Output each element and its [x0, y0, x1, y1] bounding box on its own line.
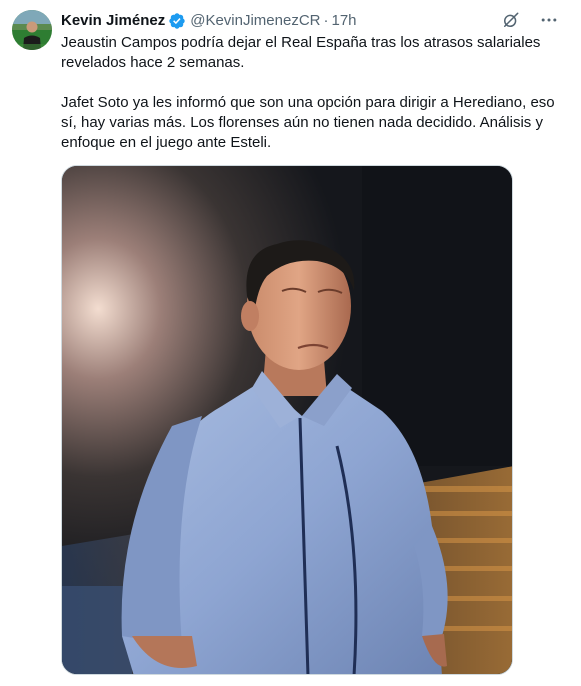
author-name[interactable]: Kevin Jiménez [61, 11, 165, 31]
tweet[interactable]: Kevin Jiménez @KevinJimenezCR · 17h Jeau… [0, 0, 581, 686]
author-handle[interactable]: @KevinJimenezCR [190, 11, 320, 31]
tweet-timestamp[interactable]: 17h [332, 11, 357, 31]
tweet-paragraph-1: Jeaustin Campos podría dejar el Real Esp… [61, 34, 541, 71]
avatar-image [12, 10, 52, 50]
more-options-icon [541, 18, 557, 22]
grok-icon [504, 12, 519, 28]
header-separator: · [323, 12, 329, 29]
tweet-text: Jeaustin Campos podría dejar el Real Esp… [61, 33, 566, 153]
photo-man-in-stadium [62, 166, 512, 674]
tweet-paragraph-2: Jafet Soto ya les informó que son una op… [61, 94, 555, 151]
tweet-actions [499, 8, 561, 32]
more-options-button[interactable] [537, 8, 561, 32]
grok-button[interactable] [499, 8, 523, 32]
author-avatar[interactable] [12, 10, 52, 50]
tweet-header: Kevin Jiménez @KevinJimenezCR · 17h [61, 10, 357, 32]
verified-badge-icon [168, 12, 186, 30]
tweet-media-photo[interactable] [61, 165, 513, 675]
